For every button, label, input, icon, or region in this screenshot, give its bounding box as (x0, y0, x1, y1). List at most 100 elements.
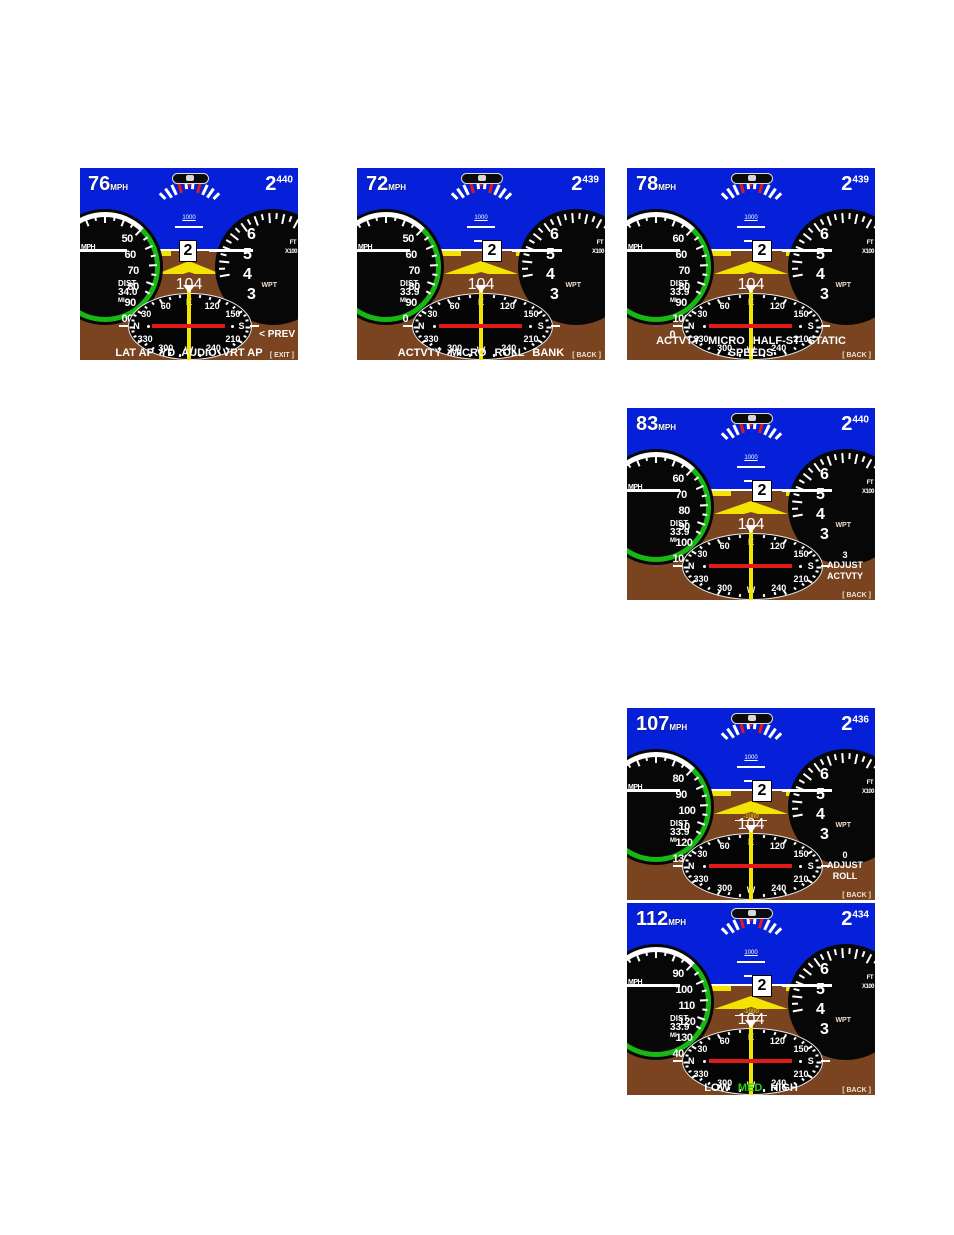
altitude-value: 2 (841, 413, 853, 435)
corner-softkey[interactable]: [ BACK ] (842, 352, 871, 359)
distance-unit: MI (670, 1033, 677, 1039)
airspeed-tick (699, 999, 709, 1002)
altimeter-tick (549, 218, 555, 226)
pfd-panel-1: 1000 50 60 70 80 90 00 MPH 6 5 4 3 2 FT X100 76MPH 2440 D… (80, 168, 298, 360)
vsi-reference-line-upper (175, 226, 203, 228)
hsi-left-arrow-icon (672, 864, 682, 867)
hsi-deviation-dot (702, 865, 706, 868)
softkey-vrt-ap[interactable]: VRT AP (223, 347, 263, 359)
airspeed-tick (655, 455, 657, 463)
hsi-compass-label: S (807, 1055, 814, 1066)
side-menu-item[interactable]: ADJUST (819, 560, 871, 570)
softkey-roll[interactable]: ROLL (494, 347, 524, 359)
softkey-speeds[interactable]: SPEEDS (729, 347, 774, 359)
altimeter-tick (865, 758, 873, 769)
altimeter-tick (861, 950, 866, 958)
softkey-lat-ap[interactable]: LAT AP (115, 347, 154, 359)
altimeter-tick (819, 218, 825, 226)
softkey-low[interactable]: LOW (704, 1082, 730, 1094)
altimeter-tick (571, 213, 574, 224)
altimeter-tick-label: 4 (243, 266, 252, 283)
hsi-deviation-bar (709, 323, 792, 328)
airspeed-tick (655, 950, 657, 958)
airspeed-unit: MPH (669, 723, 688, 732)
hsi-tick (707, 541, 711, 546)
side-menu-item[interactable]: ADJUST (819, 860, 871, 870)
hsi-compass-label: 300 (717, 582, 733, 593)
softkey-micro[interactable]: MICRO (450, 347, 487, 359)
altimeter-tick (218, 267, 226, 270)
altitude-readout: 2436 (841, 713, 869, 736)
corner-softkey[interactable]: [ BACK ] (842, 892, 871, 899)
airspeed-unit: MPH (658, 183, 677, 192)
hsi-tick (801, 583, 805, 587)
hsi-compass-label: 150 (793, 1043, 809, 1054)
hsi-tick (727, 536, 731, 541)
altimeter-tick-label: 4 (816, 506, 825, 523)
altimeter-tick (595, 218, 603, 229)
softkey-high[interactable]: HIGH (770, 1082, 798, 1094)
softkey-bar: ACTVTY MICRO HALF-ST STATIC SPEEDS (627, 335, 875, 359)
corner-softkey[interactable]: [ BACK ] (842, 1087, 871, 1094)
slip-skid-indicator (171, 173, 209, 184)
airspeed-pointer (357, 249, 410, 252)
hsi-tick (793, 841, 797, 846)
altimeter-tick (873, 957, 875, 964)
side-menu-item[interactable]: ACTVTY (819, 571, 871, 581)
hsi-tick (762, 535, 765, 539)
airspeed-unit: MPH (388, 183, 407, 192)
softkey-actvty[interactable]: ACTVTY (398, 347, 442, 359)
hsi-deviation-bar (709, 1058, 792, 1063)
hsi-compass-label: 330 (693, 573, 709, 584)
side-menu-item[interactable]: 0 (819, 850, 871, 860)
hsi-tick (793, 1036, 797, 1041)
hsi-tick (793, 301, 797, 306)
altimeter-tick-label: 3 (820, 1021, 829, 1038)
softkey-bank[interactable]: BANK (532, 347, 564, 359)
altimeter-unit-ft: FT (289, 240, 297, 246)
hsi-compass-label: 240 (771, 582, 787, 593)
altimeter-tick (854, 213, 859, 225)
altimeter-tick (578, 213, 581, 220)
side-menu-item[interactable]: ROLL (819, 871, 871, 881)
hsi-tick (503, 296, 507, 301)
corner-softkey[interactable]: [ BACK ] (572, 352, 601, 359)
altitude-value: 2 (841, 173, 853, 195)
hsi-compass-label: 30 (697, 308, 708, 319)
softkey-micro[interactable]: MICRO (708, 335, 745, 347)
hsi-compass-label: 210 (793, 873, 809, 884)
softkey-static[interactable]: STATIC (808, 335, 846, 347)
hsi-compass-label: 150 (793, 308, 809, 319)
airspeed-readout: 112MPH (636, 908, 686, 931)
altimeter-tick (848, 753, 851, 760)
altimeter-tick (841, 453, 844, 464)
altimeter-tick-label: 4 (816, 1001, 825, 1018)
prev-button[interactable]: < PREV (259, 329, 295, 341)
airspeed-readout: 78MPH (636, 173, 676, 196)
hsi-compass-label: 210 (793, 573, 809, 584)
hsi-compass-label: 30 (427, 308, 438, 319)
hsi-compass-label: 210 (225, 333, 241, 344)
altitude-readout: 2440 (841, 413, 869, 436)
softkey-actvty[interactable]: ACTVTY (656, 335, 700, 347)
softkey-med[interactable]: MED (738, 1082, 762, 1094)
altimeter-tick (537, 227, 544, 234)
altimeter-tick (229, 232, 239, 241)
altimeter-tick (848, 453, 851, 460)
corner-softkey[interactable]: [ EXIT ] (270, 352, 294, 359)
softkey-audio[interactable]: AUDIO (181, 347, 216, 359)
vsi-reference-line-upper (737, 226, 765, 228)
altimeter-tick (848, 948, 851, 955)
softkey-yd[interactable]: YD (160, 347, 175, 359)
altimeter-unit-x100: X100 (861, 249, 875, 255)
corner-softkey[interactable]: [ BACK ] (842, 592, 871, 599)
airspeed-tick-label: 0 (402, 313, 409, 325)
altimeter-tick (873, 462, 875, 469)
airspeed-value: 76 (88, 173, 111, 195)
altimeter-unit-x100: X100 (284, 249, 298, 255)
hsi-tick (812, 554, 817, 558)
softkey-half-st[interactable]: HALF-ST (753, 335, 800, 347)
side-menu-item[interactable]: 3 (819, 550, 871, 560)
airspeed-value: 83 (636, 413, 659, 435)
hsi-compass-label: N (687, 860, 695, 871)
